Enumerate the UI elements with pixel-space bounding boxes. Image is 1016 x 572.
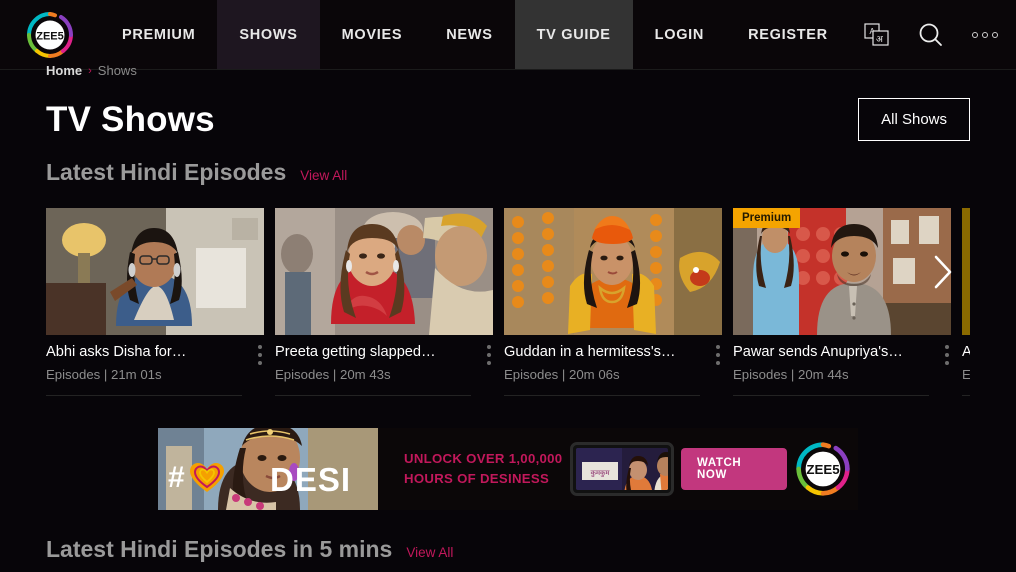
- episode-subtitle: Episodes | 20m 43s: [275, 367, 391, 382]
- promo-zee5-logo: ZEE5: [787, 440, 858, 498]
- page-title-row: TV Shows All Shows: [46, 70, 970, 141]
- zee5-logo-mark: ZEE5: [25, 10, 75, 60]
- phone-show-logo: कुमकुम: [590, 469, 610, 477]
- promo-banner-copy: UNLOCK OVER 1,00,000 HOURS OF DESINESS: [378, 449, 563, 490]
- card-divider: [733, 395, 929, 396]
- promo-copy-line-1: UNLOCK OVER 1,00,000: [404, 450, 563, 466]
- promo-banner[interactable]: # DESI UNLOCK OVER 1,00,000 HOURS OF DES…: [158, 428, 858, 510]
- breadcrumb-separator-icon: ›: [88, 64, 92, 77]
- episode-thumbnail-image: [504, 208, 722, 335]
- zee5-logo[interactable]: ZEE5: [0, 0, 100, 69]
- premium-badge: Premium: [733, 208, 801, 228]
- language-translate-glyph: A अ: [864, 22, 889, 46]
- episode-title[interactable]: Preeta getting slapped…: [275, 344, 471, 360]
- episode-card[interactable]: Preeta getting slapped… Episodes | 20m 4…: [275, 208, 493, 396]
- episode-subtitle: Episodes | 21m 01s: [46, 367, 162, 382]
- watch-now-button[interactable]: WATCH NOW: [681, 448, 787, 490]
- episode-card-meta: Asmita Episode: [962, 335, 970, 396]
- section-header-latest-hindi-5mins: Latest Hindi Episodes in 5 mins View All: [46, 536, 970, 563]
- promo-phone-mockup: कुमकुम: [563, 442, 681, 496]
- phone-screen: कुमकुम: [576, 448, 668, 490]
- nav-item-shows[interactable]: SHOWS: [217, 0, 320, 69]
- episode-thumbnail[interactable]: [504, 208, 722, 335]
- episode-options-icon[interactable]: [945, 345, 949, 365]
- card-divider: [275, 395, 471, 396]
- more-options-icon[interactable]: [958, 0, 1012, 70]
- language-translate-icon[interactable]: A अ: [850, 0, 904, 70]
- card-divider: [46, 395, 242, 396]
- promo-banner-image: # DESI: [158, 428, 378, 510]
- chevron-right-icon: [934, 255, 952, 288]
- promo-zee5-logo-text: ZEE5: [806, 462, 840, 477]
- heart-icon: [189, 463, 224, 492]
- top-navigation-bar: ZEE5 PREMIUM SHOWS MOVIES NEWS TV GUIDE …: [0, 0, 1016, 70]
- nav-item-movies[interactable]: MOVIES: [320, 0, 425, 69]
- promo-zee5-logo-svg: ZEE5: [795, 442, 850, 496]
- promo-desi-word: DESI: [270, 461, 352, 498]
- search-icon[interactable]: [904, 0, 958, 70]
- hash-symbol: #: [168, 461, 185, 494]
- section-title: Latest Hindi Episodes in 5 mins: [46, 536, 393, 562]
- view-all-link[interactable]: View All: [406, 545, 453, 560]
- episode-options-icon[interactable]: [716, 345, 720, 365]
- episode-card-meta: Abhi asks Disha for… Episodes | 21m 01s: [46, 335, 264, 396]
- nav-links: PREMIUM SHOWS MOVIES NEWS TV GUIDE LOGIN…: [100, 0, 850, 69]
- episode-card-meta: Guddan in a hermitess's… Episodes | 20m …: [504, 335, 722, 396]
- search-glyph: [919, 23, 942, 46]
- nav-item-premium[interactable]: PREMIUM: [100, 0, 217, 69]
- zee5-logo-text: ZEE5: [36, 30, 64, 42]
- nav-item-register[interactable]: REGISTER: [726, 0, 850, 69]
- episode-card-meta: Pawar sends Anupriya's… Episodes | 20m 4…: [733, 335, 951, 396]
- episode-options-icon[interactable]: [487, 345, 491, 365]
- episode-thumbnail-image: [46, 208, 264, 335]
- episode-subtitle: Episodes | 20m 44s: [733, 367, 849, 382]
- episode-card-meta: Preeta getting slapped… Episodes | 20m 4…: [275, 335, 493, 396]
- promo-copy-line-2: HOURS OF DESINESS: [404, 471, 550, 486]
- promo-banner-wrapper: # DESI UNLOCK OVER 1,00,000 HOURS OF DES…: [46, 428, 970, 510]
- page-body: Home › Shows TV Shows All Shows Latest H…: [0, 63, 1016, 563]
- nav-item-news[interactable]: NEWS: [424, 0, 514, 69]
- episode-title[interactable]: Pawar sends Anupriya's…: [733, 344, 929, 360]
- page-title: TV Shows: [46, 99, 215, 139]
- watch-now-button-wrap: WATCH NOW: [681, 448, 787, 490]
- carousel-next-button[interactable]: [914, 208, 970, 335]
- episode-title[interactable]: Abhi asks Disha for…: [46, 344, 242, 360]
- episode-thumbnail[interactable]: [46, 208, 264, 335]
- breadcrumb-current: Shows: [97, 63, 137, 78]
- episode-title[interactable]: Guddan in a hermitess's…: [504, 344, 700, 360]
- card-divider: [962, 395, 970, 396]
- card-divider: [504, 395, 700, 396]
- zee5-logo-svg: ZEE5: [27, 11, 74, 58]
- episode-card[interactable]: Abhi asks Disha for… Episodes | 21m 01s: [46, 208, 264, 396]
- episode-card[interactable]: Guddan in a hermitess's… Episodes | 20m …: [504, 208, 722, 396]
- episode-carousel: Abhi asks Disha for… Episodes | 21m 01s: [46, 208, 970, 396]
- episode-title[interactable]: Asmita: [962, 344, 970, 360]
- section-title: Latest Hindi Episodes: [46, 159, 287, 185]
- breadcrumb: Home › Shows: [46, 63, 137, 78]
- svg-text:अ: अ: [876, 35, 884, 45]
- episode-subtitle: Episodes | 20m 06s: [504, 367, 620, 382]
- episode-options-icon[interactable]: [258, 345, 262, 365]
- phone-frame: कुमकुम: [570, 442, 674, 496]
- nav-item-tv-guide[interactable]: TV GUIDE: [514, 0, 633, 69]
- episode-thumbnail[interactable]: [275, 208, 493, 335]
- phone-screen-artwork: कुमकुम: [576, 448, 668, 490]
- more-dots-glyph: [971, 31, 998, 38]
- promo-hashtag: #: [168, 462, 225, 494]
- breadcrumb-home[interactable]: Home: [46, 63, 82, 78]
- episode-thumbnail-image: [275, 208, 493, 335]
- nav-icon-group: A अ: [850, 0, 1016, 69]
- all-shows-button[interactable]: All Shows: [858, 98, 970, 141]
- nav-item-login[interactable]: LOGIN: [633, 0, 726, 69]
- view-all-link[interactable]: View All: [300, 168, 347, 183]
- section-header-latest-hindi-episodes: Latest Hindi Episodes View All: [46, 159, 970, 186]
- episode-subtitle: Episode: [962, 367, 970, 382]
